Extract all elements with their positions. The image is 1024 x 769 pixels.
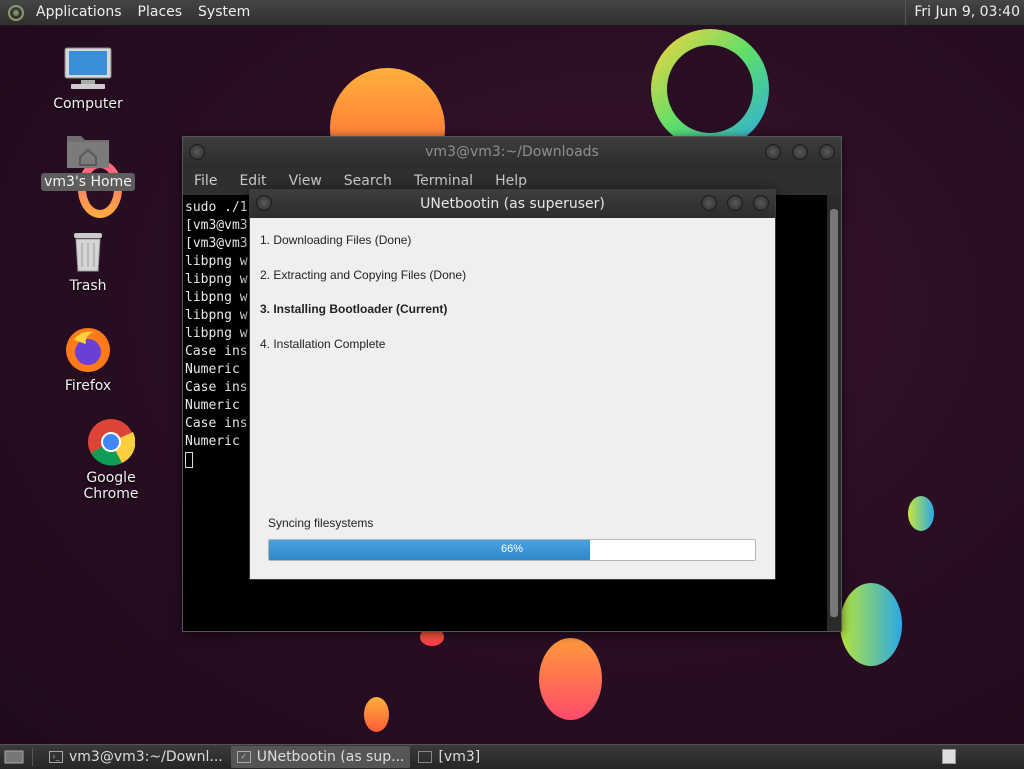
progress-label: 66% — [500, 543, 524, 555]
decor-green-blue-oval — [908, 496, 934, 531]
window-menu-button[interactable] — [189, 144, 205, 160]
minimize-button[interactable] — [701, 195, 717, 211]
close-button[interactable] — [819, 144, 835, 160]
dialog-title: UNetbootin (as superuser) — [420, 196, 605, 212]
unetbootin-dialog[interactable]: UNetbootin (as superuser) 1. Downloading… — [249, 189, 776, 580]
desktop-icon-computer[interactable]: Computer — [38, 46, 138, 112]
menu-system[interactable]: System — [190, 0, 258, 25]
maximize-button[interactable] — [792, 144, 808, 160]
distro-logo-icon[interactable]: ◉ — [8, 4, 24, 21]
unetbootin-icon: ✓ — [236, 751, 251, 763]
top-panel: ◉ Applications Places System Fri Jun 9, … — [0, 0, 1024, 26]
desktop-icon-trash[interactable]: Trash — [38, 230, 138, 294]
clock[interactable]: Fri Jun 9, 03:40 — [905, 0, 1020, 25]
desktop-icon-label: Trash — [69, 278, 107, 294]
desktop-icon-label: Google Chrome — [83, 470, 139, 502]
menu-search[interactable]: Search — [333, 173, 403, 189]
menu-applications[interactable]: Applications — [28, 0, 130, 25]
close-button[interactable] — [753, 195, 769, 211]
workspace-switcher-icon[interactable] — [942, 749, 956, 764]
task-unetbootin[interactable]: ✓ UNetbootin (as sup... — [230, 746, 411, 768]
terminal-scrollbar[interactable] — [827, 195, 841, 631]
terminal-cursor — [185, 451, 193, 468]
decor-orange-oval — [539, 638, 602, 720]
maximize-button[interactable] — [727, 195, 743, 211]
desktop-icon-firefox[interactable]: Firefox — [38, 326, 138, 394]
firefox-icon — [64, 326, 112, 374]
desktop-icon-home[interactable]: vm3's Home — [38, 130, 138, 191]
install-steps: 1. Downloading Files (Done) 2. Extractin… — [250, 218, 775, 372]
panel-separator — [32, 748, 33, 766]
folder-icon — [418, 751, 433, 763]
scrollbar-thumb[interactable] — [830, 209, 838, 617]
computer-icon — [63, 46, 113, 92]
decor-large-green-blue-oval — [840, 583, 902, 666]
progress-bar: 66% — [268, 539, 756, 561]
desktop-icon-chrome[interactable]: Google Chrome — [61, 418, 161, 502]
dialog-titlebar[interactable]: UNetbootin (as superuser) — [250, 190, 775, 218]
menu-terminal[interactable]: Terminal — [403, 173, 484, 189]
home-folder-icon — [65, 130, 111, 170]
step-installation-complete: 4. Installation Complete — [260, 336, 386, 351]
decor-small-orange-oval — [364, 697, 389, 732]
chrome-icon — [87, 418, 136, 466]
menu-edit[interactable]: Edit — [228, 173, 277, 189]
menu-view[interactable]: View — [278, 173, 333, 189]
desktop-icon-label: vm3's Home — [41, 173, 135, 191]
task-label: [vm3] — [438, 749, 481, 765]
step-downloading: 1. Downloading Files (Done) — [260, 233, 412, 247]
status-text: Syncing filesystems — [268, 516, 374, 530]
task-vm3-folder[interactable]: [vm3] — [412, 746, 486, 768]
show-desktop-icon[interactable] — [4, 749, 24, 765]
desktop-icon-label: Firefox — [64, 378, 112, 394]
minimize-button[interactable] — [765, 144, 781, 160]
terminal-titlebar[interactable]: vm3@vm3:~/Downloads — [183, 137, 841, 167]
terminal-title: vm3@vm3:~/Downloads — [425, 144, 599, 160]
decor-ring — [651, 29, 769, 149]
trash-icon — [68, 230, 108, 274]
step-installing-bootloader: 3. Installing Bootloader (Current) — [260, 302, 448, 316]
menu-help[interactable]: Help — [484, 173, 538, 189]
window-menu-button[interactable] — [256, 195, 272, 211]
task-label: UNetbootin (as sup... — [256, 749, 405, 765]
menu-places[interactable]: Places — [130, 0, 191, 25]
bottom-panel: ›_ vm3@vm3:~/Downl... ✓ UNetbootin (as s… — [0, 744, 1024, 769]
task-terminal[interactable]: ›_ vm3@vm3:~/Downl... — [43, 746, 229, 768]
terminal-icon: ›_ — [49, 751, 63, 763]
desktop-icon-label: Computer — [53, 96, 123, 112]
menu-file[interactable]: File — [183, 173, 228, 189]
task-label: vm3@vm3:~/Downl... — [69, 749, 223, 765]
step-extracting: 2. Extracting and Copying Files (Done) — [260, 267, 467, 282]
